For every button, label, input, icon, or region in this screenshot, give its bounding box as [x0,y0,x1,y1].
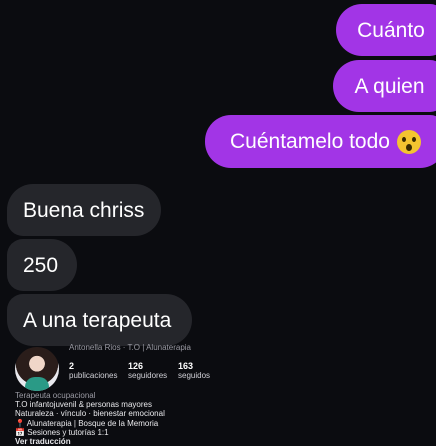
sent-message[interactable]: Cuéntamelo todo [205,115,436,168]
stat-followers[interactable]: 126 seguidores [128,361,167,381]
message-text: A una terapeuta [23,308,172,332]
stat-following[interactable]: 163 seguidos [178,361,210,381]
face-screaming-in-fear-icon [396,129,421,154]
see-translation-link[interactable]: Ver traducción [15,437,165,446]
bio-line: 📅 Sesiones y tutorías 1:1 [15,428,165,437]
pin-icon: 📍 [15,418,25,428]
bio-category: Terapeuta ocupacional [15,391,96,400]
stat-label: seguidos [178,371,211,381]
stat-value: 126 [128,361,144,371]
message-text: Cuánto [357,18,425,42]
profile-name: Antonella Rios · T.O | Alunaterapia [69,343,191,352]
sent-message[interactable]: A quien [333,60,436,112]
bio-line: T.O infantojuvenil & personas mayores [15,400,152,410]
message-text: Buena chriss [23,198,145,222]
stat-posts[interactable]: 2 publicaciones [69,361,117,381]
profile-bio: Terapeuta ocupacional T.O infantojuvenil… [15,391,165,446]
stat-label: publicaciones [69,371,118,381]
avatar[interactable] [15,347,59,391]
message-text: Cuéntamelo todo [230,130,390,153]
message-text: 250 [23,253,59,277]
bio-line: Naturaleza · vínculo · bienestar emocion… [15,409,165,419]
calendar-icon: 📅 [15,427,25,437]
bio-line-text: Sesiones y tutorías 1:1 [27,427,109,437]
received-message[interactable]: Buena chriss [7,184,161,236]
received-message[interactable]: A una terapeuta [7,294,192,346]
message-text: A quien [354,74,425,98]
received-message[interactable]: 250 [7,239,77,291]
bio-line: 📍 Alunaterapia | Bosque de la Memoria [15,419,165,428]
stat-label: seguidores [128,371,168,381]
stat-value: 163 [178,361,194,371]
bio-line-text: Alunaterapia | Bosque de la Memoria [26,418,159,428]
stat-value: 2 [69,361,75,371]
shared-profile-preview[interactable]: Antonella Rios · T.O | Alunaterapia 2 pu… [0,343,436,446]
sent-message[interactable]: Cuánto [336,4,436,56]
